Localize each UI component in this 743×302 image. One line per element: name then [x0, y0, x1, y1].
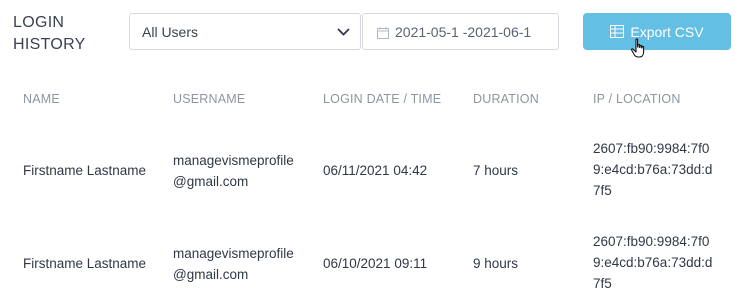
column-header-username[interactable]: USERNAME	[173, 92, 245, 106]
export-csv-button[interactable]: Export CSV	[583, 13, 731, 50]
page-title-line2: HISTORY	[13, 36, 86, 53]
calendar-icon	[377, 26, 389, 39]
row-duration: 7 hours	[473, 163, 519, 178]
row-ip-location: 2607:fb90:9984:7f09:e4cd:b76a:73dd:d7f5	[593, 234, 713, 291]
table-icon	[610, 25, 625, 38]
row-login-datetime: 06/10/2021 09:11	[323, 256, 428, 271]
page-title-line1: LOGIN	[13, 14, 65, 31]
column-header-name[interactable]: NAME	[23, 92, 60, 106]
row-name: Firstname Lastname	[23, 256, 147, 271]
user-filter-select[interactable]: All Users	[129, 13, 361, 50]
row-name: Firstname Lastname	[23, 163, 147, 178]
date-range-value: 2021-05-1 -2021-06-1	[395, 23, 532, 40]
row-username: managevismeprofile@gmail.com	[173, 153, 294, 189]
page-title: LOGIN HISTORY	[13, 12, 123, 56]
column-header-login-date[interactable]: LOGIN DATE / TIME	[323, 92, 441, 106]
row-username: managevismeprofile@gmail.com	[173, 246, 294, 282]
hand-cursor-icon	[630, 38, 648, 60]
row-ip-location: 2607:fb90:9984:7f09:e4cd:b76a:73dd:d7f5	[593, 141, 713, 198]
user-filter-value: All Users	[142, 23, 199, 40]
date-range-input[interactable]: 2021-05-1 -2021-06-1	[362, 13, 559, 50]
chevron-down-icon	[336, 25, 350, 39]
column-header-duration[interactable]: DURATION	[473, 92, 539, 106]
row-duration: 9 hours	[473, 256, 519, 271]
column-header-ip-location[interactable]: IP / LOCATION	[593, 92, 681, 106]
row-login-datetime: 06/11/2021 04:42	[323, 163, 428, 178]
